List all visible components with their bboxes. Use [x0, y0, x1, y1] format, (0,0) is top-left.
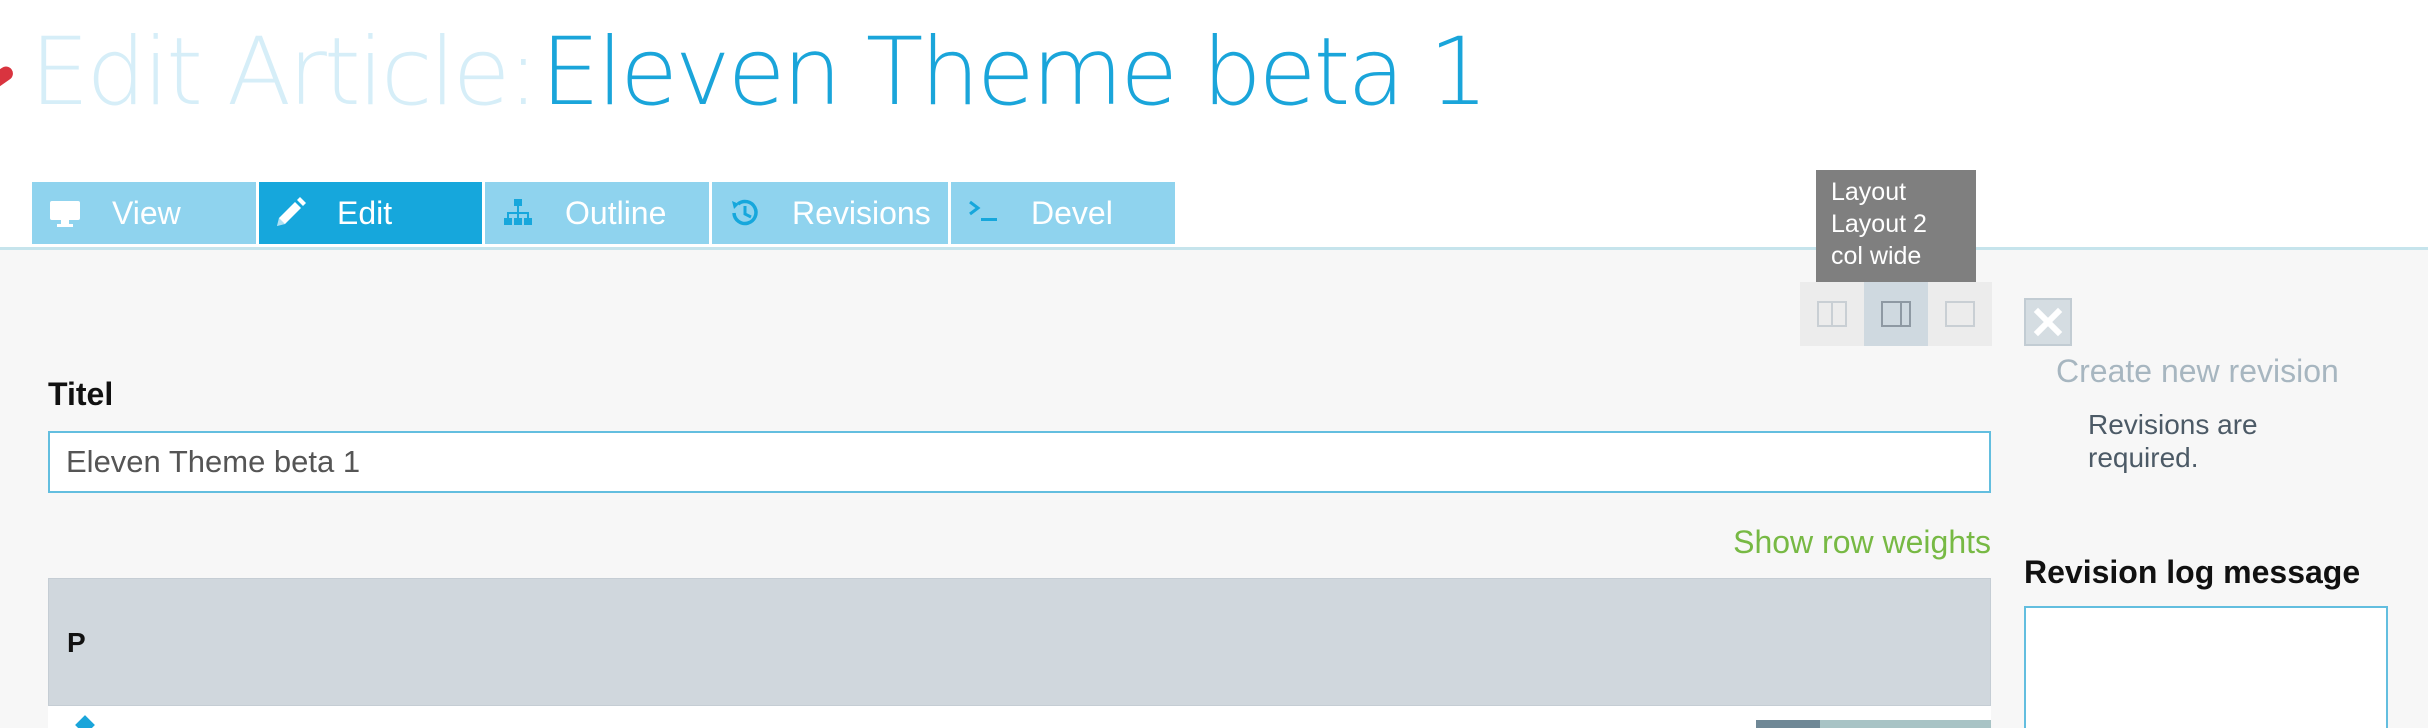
layout-tooltip: Layout Layout 2 col wide [1816, 170, 1976, 282]
paragraphs-table-row [48, 706, 1991, 728]
revisions-required-text: Revisions are required. [2088, 409, 2258, 473]
terminal-icon [967, 196, 1001, 230]
page-title-name: Eleven Theme beta 1 [540, 18, 1489, 127]
tooltip-line-3: col wide [1831, 242, 1922, 270]
tab-devel-label: Devel [1031, 194, 1113, 231]
create-new-revision-label: Create new revision [2056, 353, 2339, 389]
red-toolbar-tab-icon[interactable] [0, 63, 16, 91]
layout-1-col-button[interactable] [1928, 282, 1992, 346]
tooltip-line-1: Layout [1831, 178, 1907, 206]
tab-edit[interactable]: Edit [259, 182, 482, 244]
title-input[interactable]: Eleven Theme beta 1 [48, 431, 1991, 493]
close-sidebar-button[interactable] [2024, 298, 2072, 346]
row-action-button[interactable] [1756, 720, 1820, 728]
title-field-label: Titel [48, 376, 114, 412]
layout-2-col-icon [1817, 301, 1847, 327]
page-title: Edit Article: Eleven Theme beta 1 [30, 18, 1489, 138]
row-dropdown-button[interactable] [1820, 720, 1991, 728]
close-icon [2033, 307, 2063, 337]
tooltip-line-2: Layout 2 [1831, 210, 1927, 238]
pencil-icon [273, 196, 307, 230]
tab-edit-label: Edit [337, 194, 393, 231]
tab-view[interactable]: View [32, 182, 256, 244]
paragraphs-header-label: P [67, 627, 86, 658]
tab-outline-label: Outline [565, 194, 667, 231]
layout-2-col-button[interactable] [1800, 282, 1864, 346]
tab-revisions[interactable]: Revisions [712, 182, 948, 244]
page-title-prefix: Edit Article: [30, 18, 539, 127]
tab-revisions-label: Revisions [792, 194, 931, 231]
primary-tabs: View Edit Outline Revisions Devel [32, 182, 1175, 244]
layout-2-col-wide-icon [1881, 301, 1911, 327]
tab-outline[interactable]: Outline [485, 182, 709, 244]
tab-view-label: View [112, 194, 181, 231]
sitemap-icon [501, 196, 535, 230]
history-icon [728, 196, 762, 230]
revision-log-label: Revision log message [2024, 554, 2361, 590]
revision-log-textarea[interactable] [2024, 606, 2388, 728]
page: Edit Article: Eleven Theme beta 1 View E… [0, 0, 2428, 728]
drag-handle-icon[interactable] [75, 715, 95, 728]
layout-switcher [1800, 282, 1992, 346]
paragraphs-table-header: P [48, 578, 1991, 706]
tab-devel[interactable]: Devel [951, 182, 1175, 244]
monitor-icon [48, 196, 82, 230]
show-row-weights-link[interactable]: Show row weights [1733, 524, 1991, 561]
layout-1-col-icon [1945, 301, 1975, 327]
layout-2-col-wide-button[interactable] [1864, 282, 1928, 346]
